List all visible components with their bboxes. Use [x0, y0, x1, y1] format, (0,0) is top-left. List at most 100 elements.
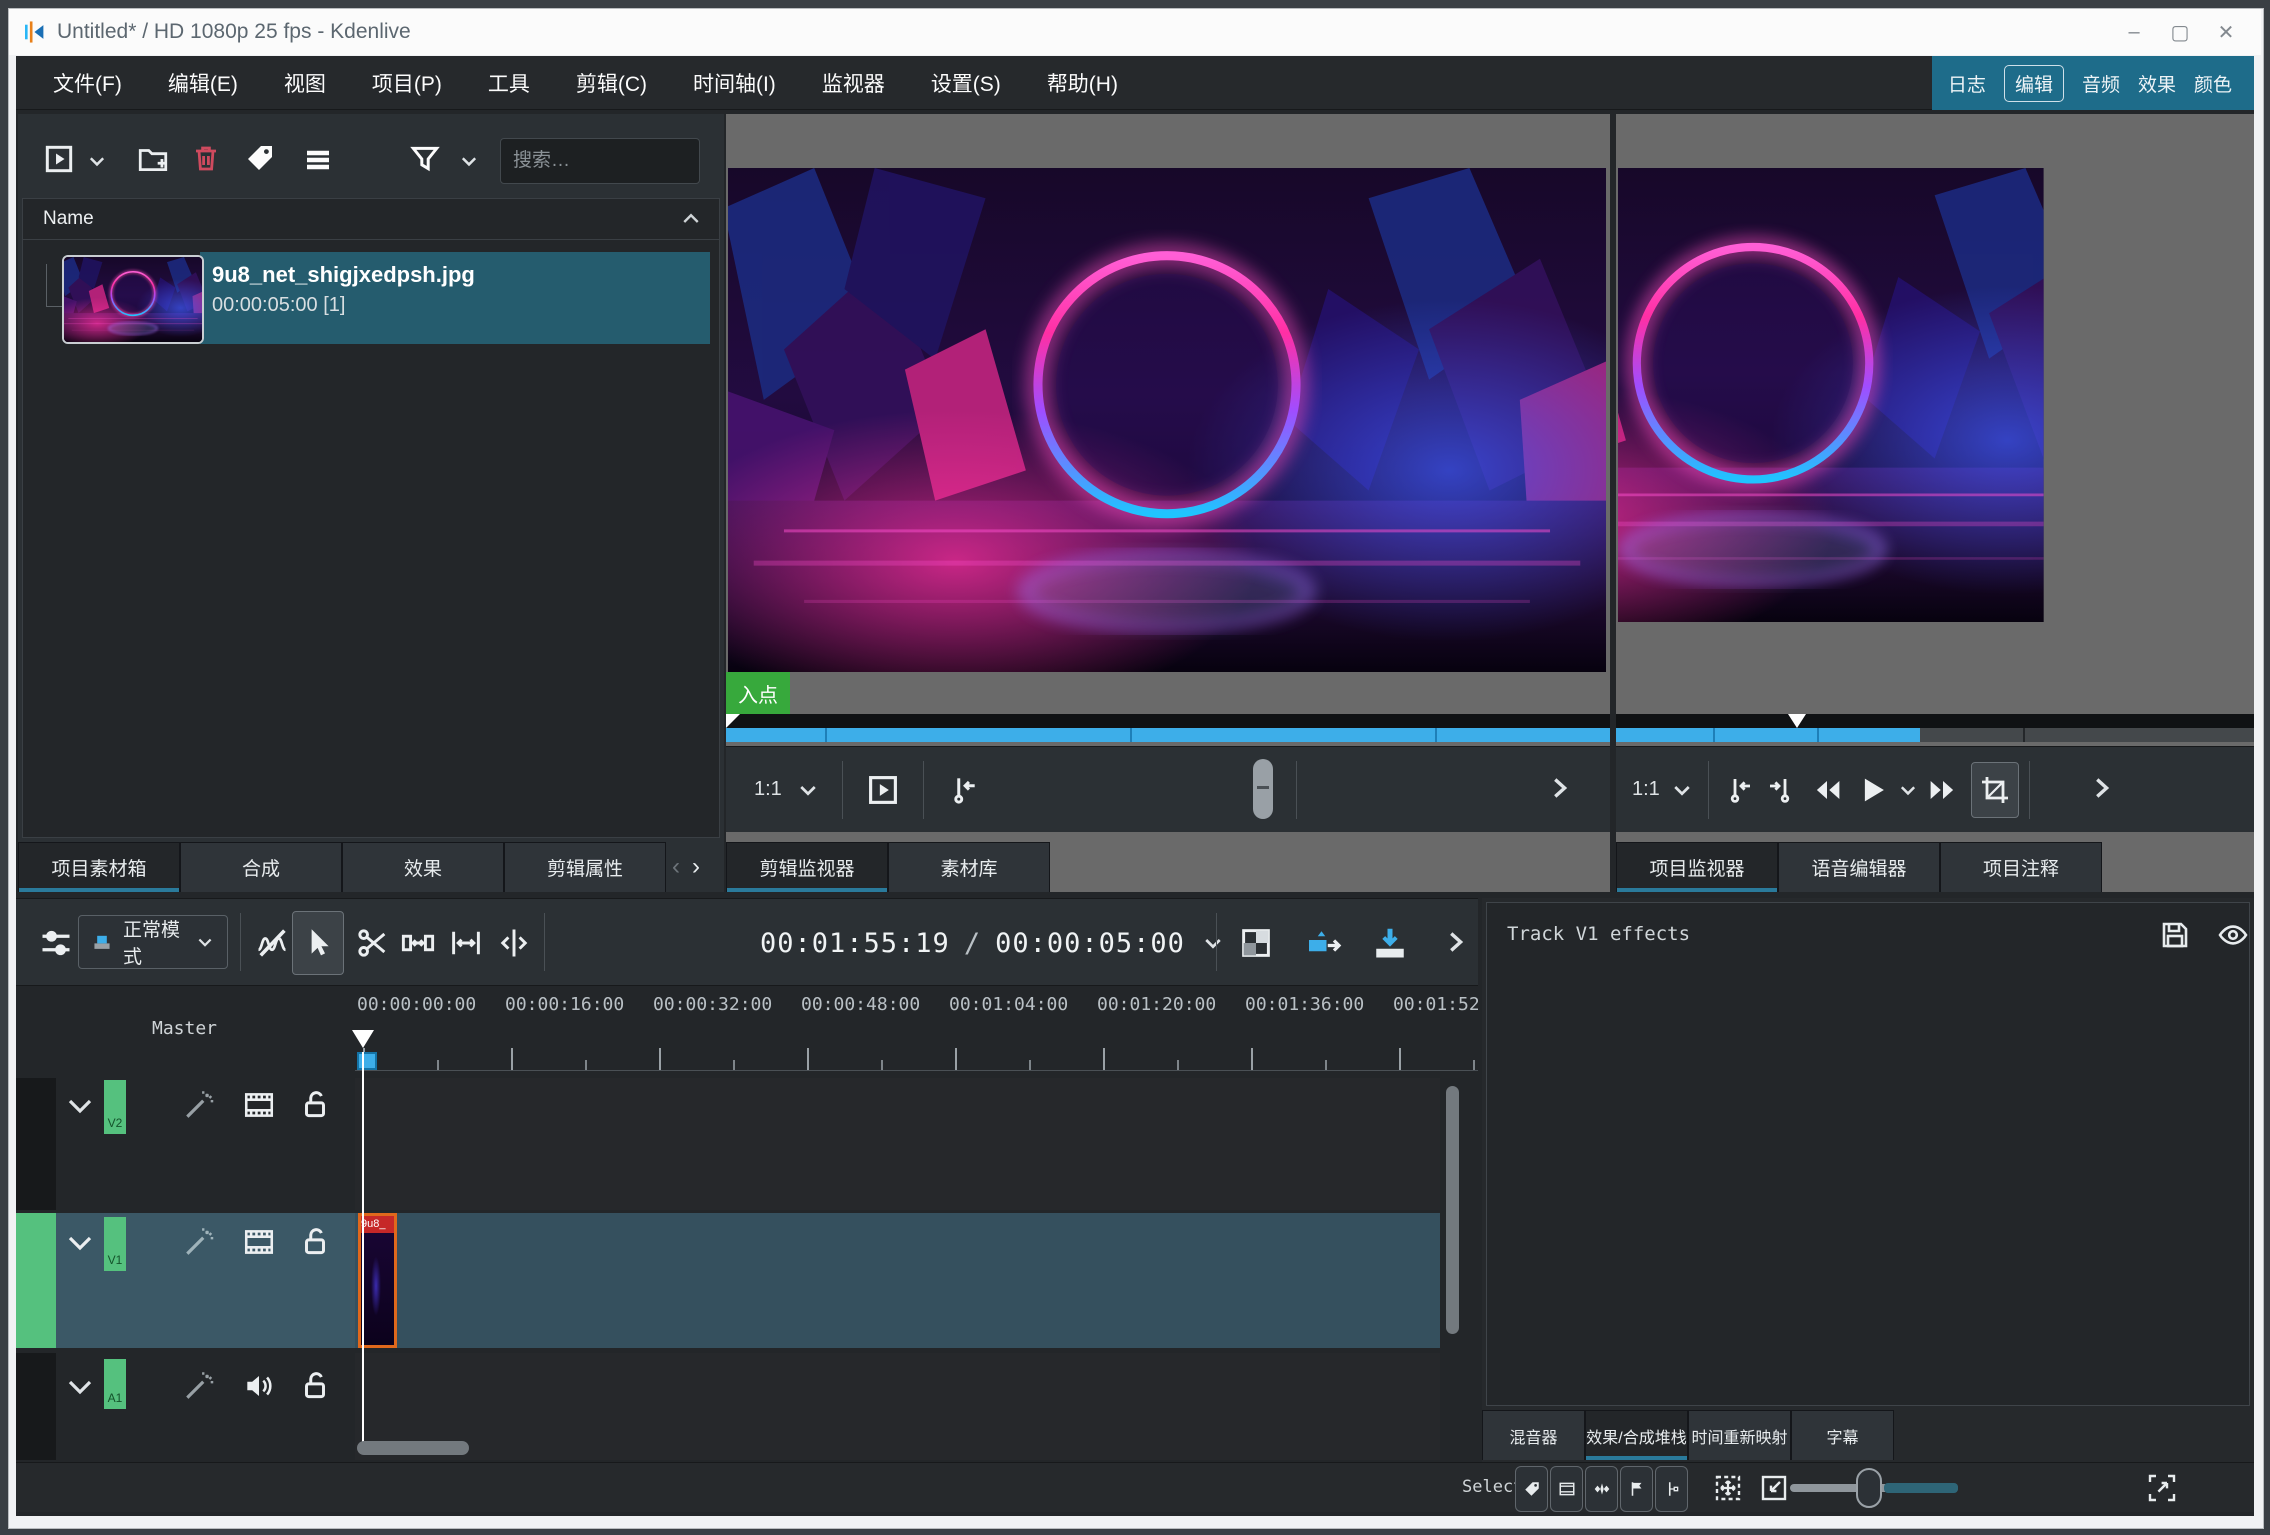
tab-clip-monitor[interactable]: 剪辑监视器 [726, 842, 888, 892]
speaker-icon[interactable] [242, 1369, 276, 1403]
chevron-down-icon[interactable] [64, 1371, 96, 1403]
track-body-v1[interactable] [355, 1213, 1440, 1348]
workspace-effects[interactable]: 效果 [2138, 70, 2176, 97]
lock-open-icon[interactable] [298, 1369, 332, 1403]
overwrite-zone-icon[interactable] [1370, 925, 1410, 965]
track-video-icon[interactable] [242, 1088, 276, 1122]
save-effect-stack-icon[interactable] [2159, 919, 2191, 951]
track-effects-wand-icon[interactable] [182, 1225, 216, 1259]
chevron-down-icon[interactable] [64, 1090, 96, 1122]
track-body-a1[interactable] [355, 1353, 1440, 1460]
track-video-icon[interactable] [242, 1225, 276, 1259]
timeline-vertical-scrollbar[interactable] [1446, 1086, 1459, 1334]
menu-view[interactable]: 视图 [261, 56, 349, 110]
tab-scroll-left-icon[interactable]: ‹ [666, 842, 686, 892]
show-tags-toggle[interactable] [1515, 1466, 1548, 1512]
tab-compositions[interactable]: 合成 [180, 842, 342, 892]
name-column-header[interactable]: Name [23, 199, 719, 240]
chevron-down-icon[interactable] [1670, 778, 1694, 802]
toolbar-overflow-icon[interactable] [1440, 927, 1470, 957]
chevron-down-icon[interactable] [796, 778, 820, 802]
menu-file[interactable]: 文件(F) [30, 56, 145, 110]
track-effects-wand-icon[interactable] [182, 1369, 216, 1403]
tab-mixer[interactable]: 混音器 [1482, 1410, 1585, 1460]
spacer-tool-icon[interactable] [400, 925, 436, 961]
chevron-down-icon[interactable] [1897, 779, 1919, 801]
insert-zone-icon[interactable] [1304, 925, 1344, 965]
workspace-audio[interactable]: 音频 [2082, 70, 2120, 97]
track-effects-wand-icon[interactable] [182, 1088, 216, 1122]
minimize-button[interactable]: – [2111, 12, 2157, 52]
show-effects-eye-icon[interactable] [2217, 919, 2249, 951]
zoom-level[interactable]: 1:1 [1632, 778, 1660, 801]
clip-zone-icon[interactable] [865, 772, 901, 808]
timeline-zoom-slider-handle[interactable] [1856, 1468, 1882, 1508]
mix-clips-icon[interactable] [254, 925, 290, 961]
play-icon[interactable] [1853, 771, 1891, 809]
set-out-point-icon[interactable] [1765, 774, 1797, 806]
lock-open-icon[interactable] [298, 1225, 332, 1259]
show-markers-toggle[interactable] [1620, 1466, 1653, 1512]
playhead-line[interactable] [362, 1052, 364, 1444]
rewind-icon[interactable] [1809, 772, 1845, 808]
crop-zone-icon[interactable] [1970, 761, 2019, 818]
set-in-point-icon[interactable] [1723, 774, 1755, 806]
search-input[interactable] [500, 138, 700, 184]
playhead-handle[interactable] [352, 1030, 374, 1048]
toolbar-overflow-icon[interactable] [1544, 773, 1574, 803]
razor-tool-icon[interactable] [354, 925, 390, 961]
clip-monitor-seekbar[interactable] [726, 728, 1610, 742]
zoom-level[interactable]: 1:1 [754, 778, 782, 801]
tab-time-remap[interactable]: 时间重新映射 [1688, 1410, 1791, 1460]
delete-button[interactable] [190, 142, 222, 174]
create-folder-button[interactable] [136, 142, 170, 176]
clip-monitor-playhead[interactable] [726, 714, 740, 728]
tab-clip-properties[interactable]: 剪辑属性 [504, 842, 666, 892]
tab-scroll-right-icon[interactable]: › [686, 842, 706, 892]
toolbar-overflow-icon[interactable] [2086, 773, 2116, 803]
track-target-v1[interactable] [16, 1213, 56, 1348]
snap-toggle[interactable] [1655, 1466, 1688, 1512]
monitor-audio-slider[interactable] [1253, 759, 1273, 819]
master-track-label[interactable]: Master [152, 1018, 217, 1039]
filter-button[interactable] [408, 142, 442, 176]
set-in-point-icon[interactable] [946, 773, 980, 807]
tab-effects[interactable]: 效果 [342, 842, 504, 892]
clip-thumbnail[interactable] [62, 255, 204, 344]
add-clip-dropdown-arrow[interactable] [86, 150, 108, 172]
track-target-a1[interactable] [16, 1353, 56, 1460]
lock-open-icon[interactable] [298, 1088, 332, 1122]
resize-tool-icon[interactable] [448, 925, 484, 961]
tab-subtitles[interactable]: 字幕 [1791, 1410, 1894, 1460]
track-body-v2[interactable] [355, 1078, 1440, 1210]
menu-help[interactable]: 帮助(H) [1024, 56, 1141, 110]
tab-project-notes[interactable]: 项目注释 [1940, 842, 2102, 892]
show-audio-thumbnails-toggle[interactable] [1585, 1466, 1618, 1512]
tag-button[interactable] [244, 142, 276, 174]
mixed-audio-video-icon[interactable] [1238, 925, 1274, 961]
menu-timeline[interactable]: 时间轴(I) [670, 56, 799, 110]
fast-forward-icon[interactable] [1925, 772, 1961, 808]
close-button[interactable]: ✕ [2203, 12, 2249, 52]
tab-effect-stack[interactable]: 效果/合成堆栈 [1585, 1410, 1688, 1460]
menu-edit[interactable]: 编辑(E) [145, 56, 261, 110]
menu-monitor[interactable]: 监视器 [799, 56, 908, 110]
zoom-to-fit-icon[interactable] [1758, 1472, 1790, 1504]
timeline-horizontal-scrollbar[interactable] [357, 1441, 469, 1455]
menu-project[interactable]: 项目(P) [349, 56, 465, 110]
selection-tool-button[interactable] [292, 911, 344, 975]
project-monitor-seekbar-rest[interactable] [1920, 728, 2254, 742]
track-config-icon[interactable] [38, 925, 74, 961]
maximize-button[interactable]: ▢ [2157, 12, 2203, 52]
tab-project-bin[interactable]: 项目素材箱 [18, 842, 180, 892]
filter-dropdown-arrow[interactable] [458, 150, 480, 172]
project-monitor-playhead[interactable] [1788, 714, 1806, 728]
tab-speech-editor[interactable]: 语音编辑器 [1778, 842, 1940, 892]
edit-mode-dropdown[interactable]: 正常模式 [78, 915, 228, 969]
timecode-display[interactable]: 00:01:55:19 / 00:00:05:00 [760, 899, 1225, 987]
show-video-thumbnails-toggle[interactable] [1550, 1466, 1583, 1512]
chevron-down-icon[interactable] [64, 1227, 96, 1259]
track-label-v2[interactable]: V2 [104, 1080, 126, 1134]
track-target-v2[interactable] [16, 1078, 56, 1210]
track-label-a1[interactable]: A1 [104, 1359, 126, 1409]
